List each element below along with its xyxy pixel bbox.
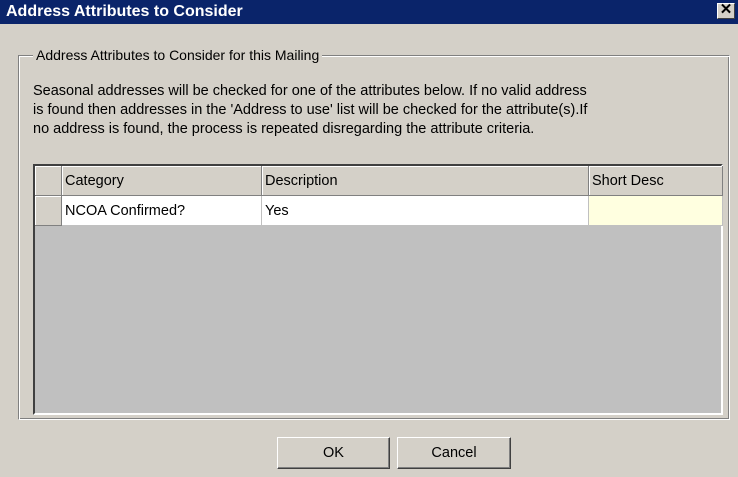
- description-line: Seasonal addresses will be checked for o…: [33, 83, 587, 99]
- ok-button[interactable]: OK: [277, 437, 390, 469]
- close-icon: ✕: [719, 1, 733, 18]
- column-header-description[interactable]: Description: [262, 166, 589, 196]
- cell-category[interactable]: NCOA Confirmed?: [62, 196, 262, 226]
- description-line: no address is found, the process is repe…: [33, 121, 535, 137]
- cell-description[interactable]: Yes: [262, 196, 589, 226]
- row-selector[interactable]: [35, 196, 62, 226]
- description-line: is found then addresses in the 'Address …: [33, 102, 588, 118]
- groupbox-label: Address Attributes to Consider for this …: [33, 46, 323, 64]
- close-button[interactable]: ✕: [717, 1, 735, 19]
- description-text: Seasonal addresses will be checked for o…: [33, 82, 725, 139]
- grid-header-row: Category Description Short Desc: [35, 166, 723, 196]
- column-header-short-desc[interactable]: Short Desc: [589, 166, 723, 196]
- cancel-button[interactable]: Cancel: [397, 437, 511, 469]
- row-selector-header[interactable]: [35, 166, 62, 196]
- window-title: Address Attributes to Consider: [6, 3, 243, 20]
- cell-short-desc[interactable]: [589, 196, 723, 226]
- title-bar[interactable]: Address Attributes to Consider ✕: [0, 0, 738, 24]
- attributes-grid[interactable]: Category Description Short Desc NCOA Con…: [33, 164, 723, 415]
- table-row[interactable]: NCOA Confirmed? Yes: [35, 196, 723, 226]
- column-header-category[interactable]: Category: [62, 166, 262, 196]
- dialog-window: Address Attributes to Consider ✕ Address…: [0, 0, 738, 477]
